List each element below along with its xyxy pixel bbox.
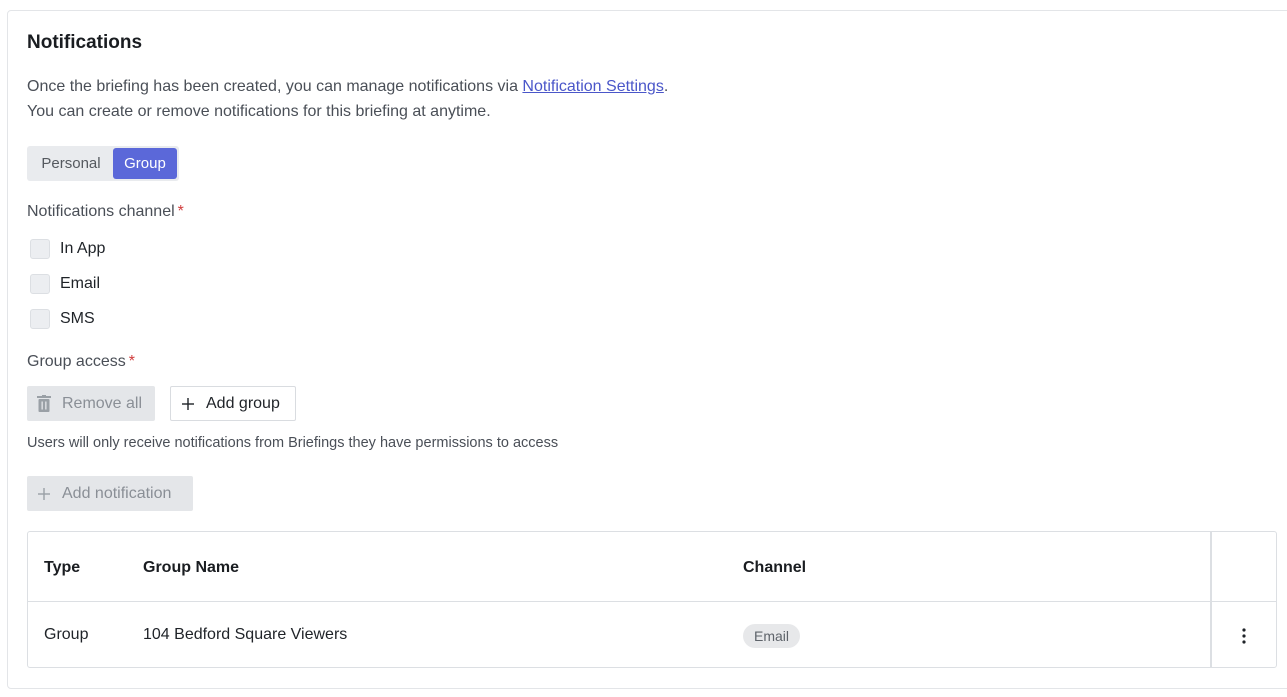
personal-group-toggle: Personal Group [27, 146, 179, 181]
channel-option-in-app[interactable]: In App [30, 239, 105, 259]
toggle-option-personal[interactable]: Personal [29, 148, 113, 179]
channel-label-text: Notifications channel [27, 203, 175, 220]
actions-column-divider [1210, 532, 1212, 667]
plus-icon [182, 397, 194, 410]
in-app-label: In App [60, 240, 106, 257]
plus-icon [38, 487, 50, 500]
in-app-checkbox[interactable] [30, 239, 50, 259]
add-group-label: Add group [206, 394, 280, 412]
add-group-button[interactable]: Add group [170, 386, 296, 421]
section-title: Notifications [27, 32, 143, 53]
row-actions-menu-button[interactable] [1228, 624, 1260, 648]
more-vertical-icon [1242, 628, 1246, 644]
channel-option-sms[interactable]: SMS [30, 309, 95, 329]
description-line-1: Once the briefing has been created, you … [27, 78, 668, 96]
required-asterisk: * [128, 353, 135, 370]
permissions-hint: Users will only receive notifications fr… [27, 435, 559, 451]
add-notification-label: Add notification [62, 484, 172, 502]
description-period: . [663, 78, 669, 95]
description-text: Once the briefing has been created, you … [27, 78, 523, 95]
email-checkbox[interactable] [30, 274, 50, 294]
description-line-2: You can create or remove notifications f… [27, 103, 491, 120]
column-header-group-name: Group Name [143, 559, 240, 576]
sms-checkbox[interactable] [30, 309, 50, 329]
add-notification-button[interactable]: Add notification [27, 476, 193, 511]
notifications-channel-label: Notifications channel * [27, 203, 184, 221]
channel-badge: Email [743, 624, 801, 648]
channel-option-email[interactable]: Email [30, 274, 100, 294]
column-header-channel: Channel [743, 559, 807, 576]
row-type: Group [44, 626, 89, 643]
email-label: Email [60, 275, 101, 292]
notification-settings-link[interactable]: Notification Settings [522, 78, 663, 95]
trash-icon [37, 395, 51, 413]
header-divider [28, 601, 1276, 602]
group-access-label: Group access * [27, 353, 135, 371]
toggle-option-group[interactable]: Group [113, 148, 177, 179]
row-group-name: 104 Bedford Square Viewers [143, 626, 348, 643]
sms-label: SMS [60, 310, 95, 327]
remove-all-label: Remove all [62, 394, 143, 412]
required-asterisk: * [177, 203, 184, 220]
group-access-label-text: Group access [27, 353, 126, 370]
notifications-table: Type Group Name Channel Group 104 Bedfor… [27, 531, 1277, 668]
column-header-type: Type [44, 559, 81, 576]
remove-all-button[interactable]: Remove all [27, 386, 155, 421]
